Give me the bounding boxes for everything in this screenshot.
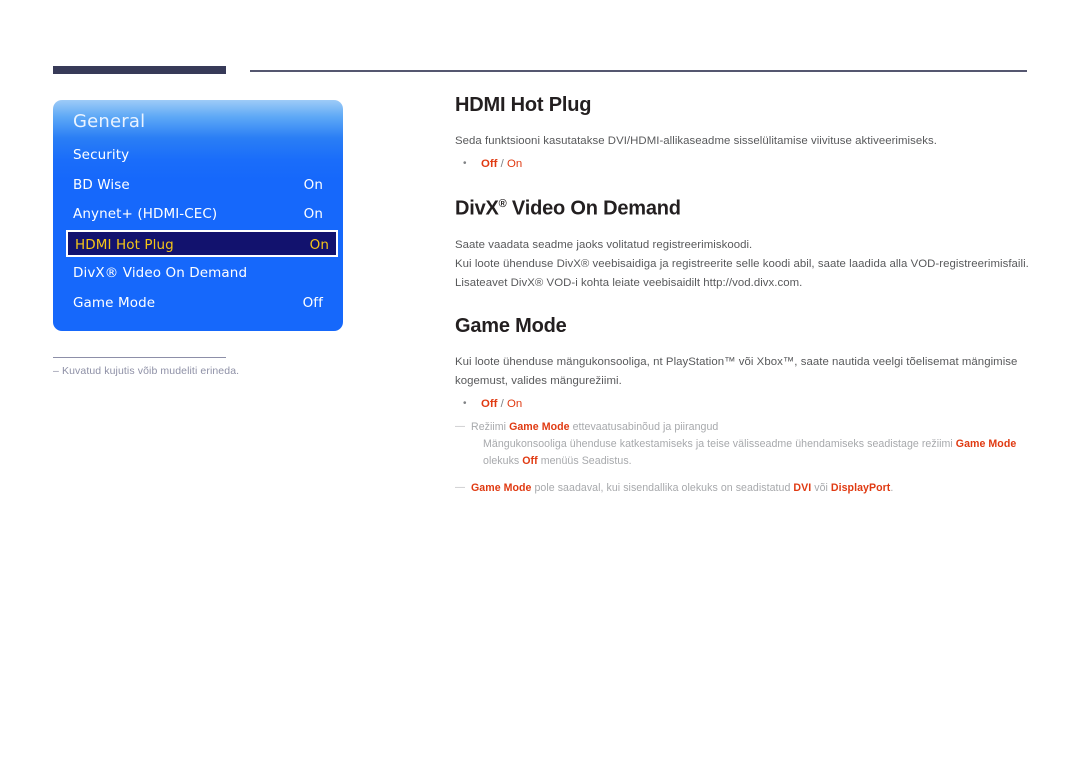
note-lead-text: pole saadaval, kui sisendallika olekuks … [531,481,794,494]
osd-row-label: Game Mode [73,295,156,311]
note-highlight-displayport: DisplayPort [830,481,891,494]
osd-row-divx-vod[interactable]: DivX® Video On Demand [73,262,323,285]
osd-row-label: HDMI Hot Plug [75,237,174,253]
osd-row-game-mode[interactable]: Game Mode Off [73,292,323,315]
note-highlight-dvi: DVI [793,481,812,494]
option-list-item: Off / On [455,395,1030,413]
note-game-mode-precautions-detail: Mängukonsooliga ühenduse katkestamiseks … [455,436,1030,470]
section-heading: DivX® Video On Demand [455,191,1030,222]
osd-row-value: On [303,206,323,222]
footnote-dash-marker: – [53,365,59,377]
option-value-on: On [506,397,523,410]
section-heading: Game Mode [455,314,567,337]
option-list: Off / On [455,395,1030,413]
section-hdmi-hot-plug: HDMI Hot Plug Seda funktsiooni kasutatak… [455,92,1030,173]
section-heading: HDMI Hot Plug [455,94,592,116]
option-separator: / [497,158,507,170]
note-lead-text: Režiimi [471,420,510,433]
section-divx-video-on-demand: DivX® Video On Demand Saate vaadata sead… [455,191,1030,293]
option-list: Off / On [455,155,1030,173]
osd-row-label: DivX® Video On Demand [73,265,248,281]
section-game-mode: Game Mode Kui loote ühenduse mängukonsoo… [455,313,1030,497]
note-highlight-game-mode: Game Mode [471,481,532,494]
note-tail-text: . [890,481,894,494]
document-content-column: HDMI Hot Plug Seda funktsiooni kasutatak… [455,92,1030,497]
registered-mark: ® [498,198,507,210]
option-list-item: Off / On [455,155,1030,173]
osd-row-label: BD Wise [73,177,130,193]
note-game-mode-availability: Game Mode pole saadaval, kui sisendallik… [455,479,1030,497]
section-paragraph: Seda funktsiooni kasutatakse DVI/HDMI-al… [455,135,937,147]
osd-row-value: Off [302,295,323,311]
note-highlight-game-mode: Game Mode [955,437,1017,450]
note-sub-part1: Mängukonsooliga ühenduse katkestamiseks … [483,437,956,450]
illustration-footnote: – Kuvatud kujutis võib mudeliti erineda. [53,365,383,377]
note-sub-part2: olekuks [483,454,523,467]
option-value-off: Off [481,397,498,410]
osd-menu-panel: General Security BD Wise On Anynet+ (HDM… [53,100,343,331]
section-heading-main: DivX [455,197,499,220]
osd-row-label: Security [73,147,130,163]
osd-row-anynet[interactable]: Anynet+ (HDMI-CEC) On [73,203,323,226]
osd-row-bd-wise[interactable]: BD Wise On [73,174,323,197]
section-paragraph: Saate vaadata seadme jaoks volitatud reg… [455,238,753,251]
section-paragraph: Kui loote ühenduse mängukonsooliga, nt P… [455,355,1018,387]
osd-row-value: On [309,237,329,253]
osd-row-label: Anynet+ (HDMI-CEC) [73,206,218,222]
option-value-on: On [506,158,523,170]
osd-row-value: On [303,177,323,193]
option-value-off: Off [481,158,498,170]
osd-illustration-column: General Security BD Wise On Anynet+ (HDM… [0,0,420,763]
osd-menu-title: General [73,111,146,132]
note-mid-text: või [811,481,831,494]
option-separator: / [497,397,507,410]
section-heading-rest: Video On Demand [506,197,681,220]
section-paragraph: Kui loote ühenduse DivX® veebisaidiga ja… [455,257,1029,270]
note-game-mode-precautions: Režiimi Game Mode ettevaatusabinõud ja p… [455,418,1030,436]
section-paragraph: Lisateavet DivX® VOD-i kohta leiate veeb… [455,276,803,289]
note-highlight-game-mode: Game Mode [509,420,570,433]
note-tail-text: ettevaatusabinõud ja piirangud [569,420,719,433]
note-sub-part3: menüüs Seadistus. [537,454,632,467]
footnote-text: Kuvatud kujutis võib mudeliti erineda. [62,365,240,377]
note-highlight-off: Off [522,454,538,467]
osd-row-hdmi-hot-plug[interactable]: HDMI Hot Plug On [66,230,338,257]
osd-row-security[interactable]: Security [73,144,323,167]
illustration-footnote-rule [53,357,226,358]
